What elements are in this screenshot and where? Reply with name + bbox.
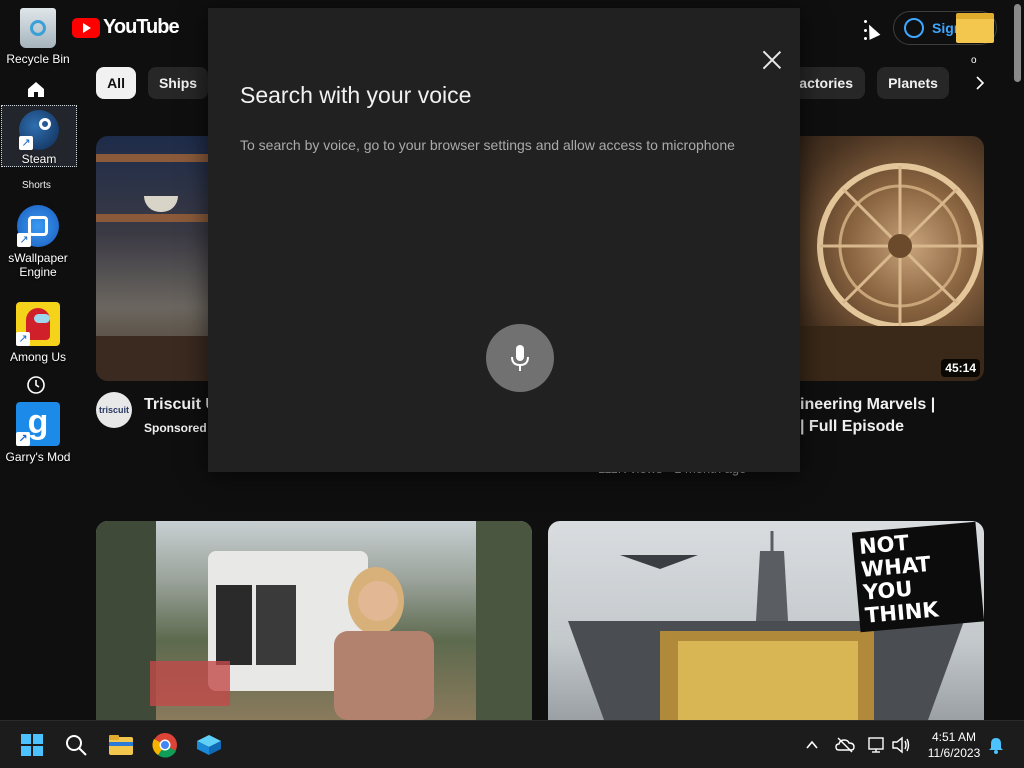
youtube-logo-text: YouTube — [103, 16, 180, 38]
account-icon — [904, 18, 924, 38]
notification-bell-icon[interactable] — [988, 736, 1004, 754]
camper-image — [96, 521, 532, 720]
desktop-icon-wallpaper-engine[interactable]: ↗ sWallpaper Engine — [0, 205, 76, 279]
clock-time: 4:51 AM — [931, 730, 977, 744]
video-thumbnail-triscuit[interactable] — [96, 136, 216, 381]
desktop-icon-label: sWallpaper Engine — [8, 251, 68, 279]
youtube-play-icon — [72, 17, 100, 38]
dialog-message: To search by voice, go to your browser s… — [240, 137, 735, 153]
garrys-mod-icon: g ↗ — [16, 402, 60, 446]
network-icon[interactable] — [868, 736, 886, 754]
desktop-icon-label: Steam — [21, 152, 57, 166]
page-scrollbar[interactable] — [1012, 0, 1024, 720]
wallpaper-engine-icon: ↗ — [17, 205, 59, 247]
home-icon[interactable] — [25, 78, 47, 100]
youtube-logo[interactable]: YouTube — [72, 16, 180, 39]
desktop-icon-garrys-mod[interactable]: g ↗ Garry's Mod — [0, 402, 76, 464]
chip-all[interactable]: All — [96, 67, 136, 99]
clock-date: 11/6/2023 — [927, 746, 981, 760]
shortcut-arrow-icon: ↗ — [16, 432, 30, 446]
recycle-bin-icon — [20, 8, 56, 48]
history-icon[interactable] — [25, 374, 47, 396]
windows-start-icon[interactable] — [20, 733, 44, 757]
desktop-icon-recycle-bin[interactable]: Recycle Bin — [0, 8, 76, 66]
chrome-icon[interactable] — [152, 732, 178, 758]
video-thumbnail-ship[interactable]: NOT WHAT YOU THINK — [548, 521, 984, 720]
chevron-right-icon[interactable] — [970, 73, 990, 93]
sponsored-badge: Sponsored — [144, 421, 207, 435]
video-thumbnail-engineering[interactable]: 45:14 — [800, 136, 984, 381]
desktop-icon-label: Among Us — [9, 350, 67, 364]
system-clock[interactable]: 4:51 AM 11/6/2023 — [920, 729, 988, 761]
steam-icon: ↗ — [19, 110, 59, 150]
file-explorer-icon[interactable] — [108, 733, 134, 757]
sidebar-shorts-label[interactable]: Shorts — [22, 180, 51, 191]
chip-ships[interactable]: Ships — [148, 67, 208, 99]
video-title-engineering-line2[interactable]: | Full Episode — [800, 416, 904, 438]
desktop-screen: YouTube Sign in o All Ships Factories Pl… — [0, 0, 1024, 768]
microphone-icon — [511, 345, 529, 371]
search-icon[interactable] — [64, 733, 88, 757]
volume-icon[interactable] — [891, 736, 911, 754]
dialog-title: Search with your voice — [240, 82, 472, 108]
onedrive-icon[interactable] — [835, 736, 855, 754]
video-thumbnail-camper[interactable] — [96, 521, 532, 720]
shortcut-arrow-icon: ↗ — [16, 332, 30, 346]
scrollbar-thumb[interactable] — [1014, 4, 1021, 82]
voice-search-dialog: Search with your voice To search by voic… — [208, 8, 800, 472]
chip-planets[interactable]: Planets — [877, 67, 949, 99]
shortcut-arrow-icon: ↗ — [19, 136, 33, 150]
stray-mark: o — [971, 55, 977, 66]
chevron-up-icon[interactable] — [805, 738, 819, 752]
video-duration: 45:14 — [941, 359, 980, 377]
microphone-button[interactable] — [486, 324, 554, 392]
desktop-icon-label: Garry's Mod — [5, 450, 71, 464]
desktop-icon-steam[interactable]: ↗ Steam — [1, 105, 77, 167]
overlay-text-line2: YOU THINK — [862, 576, 940, 628]
folder-icon[interactable] — [956, 13, 994, 43]
overlay-text-badge: NOT WHAT YOU THINK — [851, 521, 984, 633]
video-title-triscuit[interactable]: Triscuit U — [144, 394, 217, 416]
taskbar: 4:51 AM 11/6/2023 — [0, 720, 1024, 768]
desktop-icon-label: Recycle Bin — [6, 52, 70, 66]
windows-store-icon[interactable] — [196, 733, 222, 757]
shortcut-arrow-icon: ↗ — [17, 233, 31, 247]
video-title-engineering-line1[interactable]: ineering Marvels | — [800, 394, 935, 416]
waterwheel-image — [800, 163, 984, 381]
among-us-icon: ↗ — [16, 302, 60, 346]
desktop-icon-among-us[interactable]: ↗ Among Us — [0, 302, 76, 364]
channel-avatar-triscuit[interactable]: triscuit — [96, 392, 132, 428]
close-icon[interactable] — [762, 50, 782, 70]
